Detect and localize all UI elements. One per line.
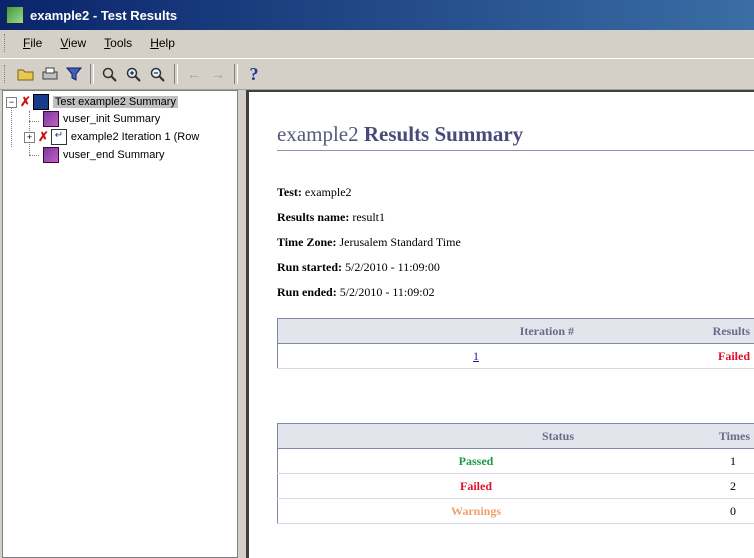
- title-divider: [277, 150, 754, 151]
- tree-item-end[interactable]: vuser_end Summary: [43, 147, 165, 163]
- results-tree-pane: − ✗ Test example2 Summary vuser_init Sum…: [2, 90, 238, 558]
- print-icon[interactable]: [39, 63, 61, 85]
- toolbar-grip[interactable]: [4, 65, 8, 83]
- table-row: Warnings 0: [277, 498, 754, 524]
- action-summary-icon: [43, 147, 59, 163]
- tree-label-end: vuser_end Summary: [63, 149, 165, 161]
- time-zone-line: Time Zone: Jerusalem Standard Time: [277, 235, 461, 249]
- times-cell: 1: [580, 448, 754, 474]
- tree-label-iteration: example2 Iteration 1 (Row: [70, 131, 200, 143]
- tree-line: [29, 121, 39, 122]
- iterations-table: Iteration # Results 1 Failed: [277, 318, 754, 369]
- iteration-icon: ↵: [50, 129, 67, 145]
- test-summary-icon: [32, 94, 49, 110]
- collapse-icon[interactable]: −: [6, 96, 17, 108]
- menu-grip[interactable]: [4, 34, 8, 52]
- table-header-row: Status Times: [277, 423, 754, 449]
- zoom-out-icon[interactable]: [147, 63, 169, 85]
- menu-help[interactable]: Help: [141, 36, 184, 50]
- tree-label-root: Test example2 Summary: [52, 96, 178, 108]
- menu-file[interactable]: File: [14, 36, 51, 50]
- iteration-cell: 1: [277, 343, 580, 369]
- test-name-line: Test: example2: [277, 185, 352, 199]
- status-cell: Warnings: [277, 498, 580, 524]
- result-cell: Failed: [580, 343, 754, 369]
- action-summary-icon: [43, 111, 59, 127]
- toolbar-separator: [174, 64, 178, 84]
- table-header-row: Iteration # Results: [277, 318, 754, 344]
- toolbar: ← → ?: [0, 58, 754, 90]
- table-row: Failed 2: [277, 473, 754, 499]
- column-header-results: Results: [580, 318, 754, 344]
- tree-item-root[interactable]: − ✗ Test example2 Summary: [6, 94, 178, 110]
- open-folder-icon[interactable]: [15, 63, 37, 85]
- results-summary-pane: example2 Results Summary Test: example2 …: [246, 90, 754, 558]
- app-icon: [6, 6, 24, 24]
- column-header-times: Times: [580, 423, 754, 449]
- tree-line: [29, 155, 39, 156]
- times-cell: 2: [580, 473, 754, 499]
- table-row: 1 Failed: [277, 343, 754, 369]
- expand-icon[interactable]: +: [24, 131, 35, 143]
- menu-view[interactable]: View: [51, 36, 95, 50]
- forward-arrow-icon[interactable]: →: [207, 63, 229, 85]
- iteration-link[interactable]: 1: [473, 349, 479, 363]
- page-title: example2 Results Summary: [277, 122, 524, 146]
- run-ended-line: Run ended: 5/2/2010 - 11:09:02: [277, 285, 435, 299]
- filter-icon[interactable]: [63, 63, 85, 85]
- results-name-line: Results name: result1: [277, 210, 385, 224]
- toolbar-separator: [234, 64, 238, 84]
- status-cell: Passed: [277, 448, 580, 474]
- times-cell: 0: [580, 498, 754, 524]
- tree-item-init[interactable]: vuser_init Summary: [43, 111, 160, 127]
- tree-label-init: vuser_init Summary: [63, 113, 161, 125]
- find-icon[interactable]: [99, 63, 121, 85]
- back-arrow-icon[interactable]: ←: [183, 63, 205, 85]
- pane-splitter[interactable]: [238, 90, 246, 558]
- failed-icon: ✗: [38, 129, 49, 144]
- status-table: Status Times Passed 1 Failed 2 Warnings …: [277, 423, 754, 524]
- zoom-in-icon[interactable]: [123, 63, 145, 85]
- run-started-line: Run started: 5/2/2010 - 11:09:00: [277, 260, 440, 274]
- title-bar: example2 - Test Results: [0, 0, 754, 30]
- column-header-iteration: Iteration #: [277, 318, 580, 344]
- window-title: example2 - Test Results: [30, 7, 178, 23]
- toolbar-separator: [90, 64, 94, 84]
- menu-bar: File View Tools Help: [0, 30, 754, 56]
- table-row: Passed 1: [277, 448, 754, 474]
- menu-tools[interactable]: Tools: [95, 36, 141, 50]
- help-icon[interactable]: ?: [243, 63, 265, 85]
- column-header-status: Status: [277, 423, 580, 449]
- tree-item-iteration[interactable]: + ✗ ↵ example2 Iteration 1 (Row: [24, 129, 199, 145]
- failed-icon: ✗: [20, 94, 31, 109]
- status-cell: Failed: [277, 473, 580, 499]
